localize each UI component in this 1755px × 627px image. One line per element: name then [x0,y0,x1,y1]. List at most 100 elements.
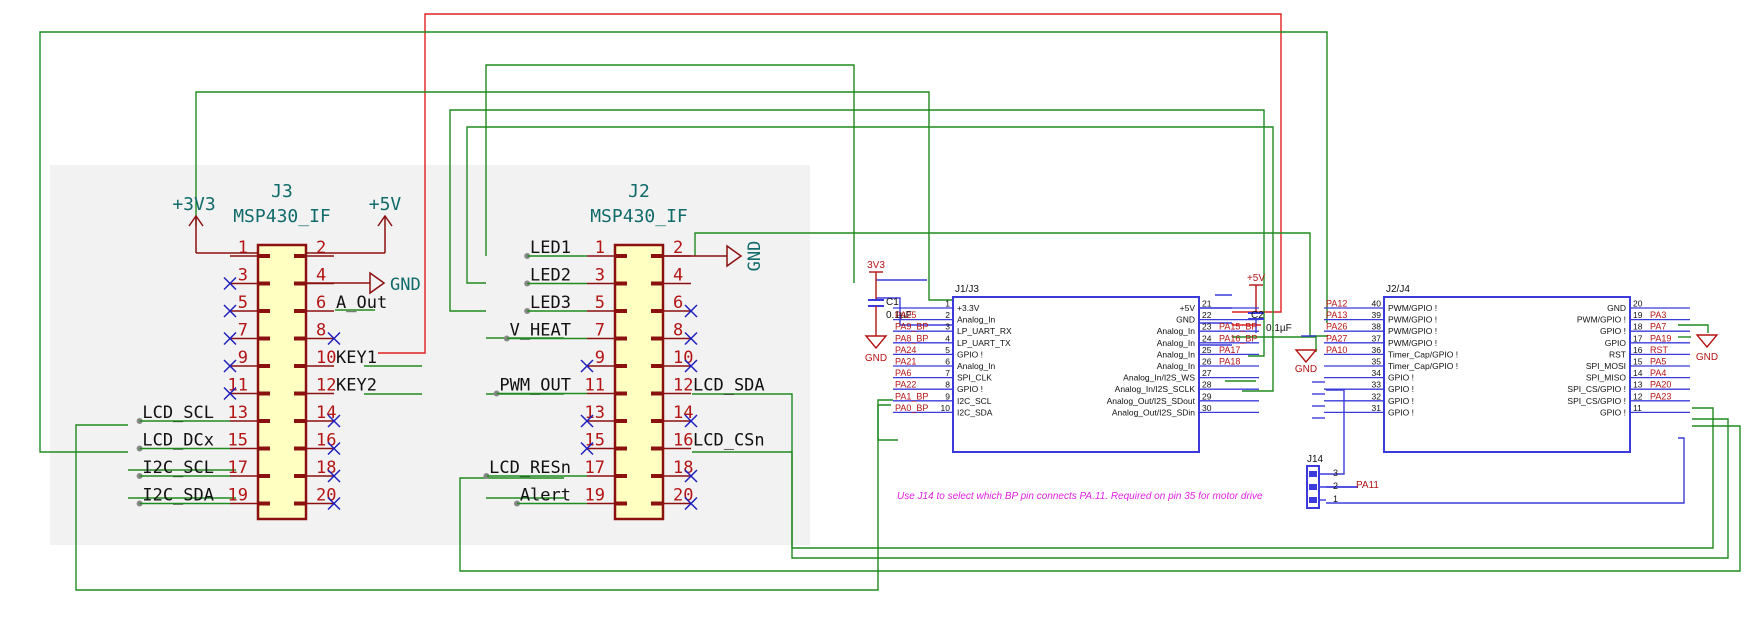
pin-number: 20 [1633,299,1643,309]
net-label: LCD_SCL [142,403,214,423]
net-label: PA22 [895,380,916,390]
pin-stub [294,281,306,286]
net-label: LED2 [530,266,571,286]
pin-stub [651,336,663,341]
j2j4-title: J2/J4 [1386,284,1410,295]
c1-supply: 3V3 [867,260,885,271]
pin-stub [651,419,663,423]
pin-function: LP_UART_TX [957,338,1011,348]
pin-number: 8 [673,321,683,341]
net-label: PA7 [1650,322,1666,332]
pin-stub [258,501,270,506]
pin-number: 29 [1202,391,1212,401]
pin-function: Timer_Cap/GPIO ! [1388,349,1458,359]
net-label: PA12 [1326,299,1347,309]
pin-stub [258,391,270,396]
pin-function: PWM/GPIO ! [1577,315,1626,325]
j2-ref: J2 [628,181,650,202]
pin-number: 15 [1633,357,1643,367]
net-label: PA18 [1219,357,1240,367]
pin-number: 16 [673,431,693,451]
pin-number: 17 [1633,333,1643,343]
pin-number: 2 [316,238,326,258]
pin-number: 31 [1372,403,1382,413]
net-label: LCD_DCx [142,431,214,451]
schematic-canvas: J3 MSP430_IF 135791113LCD_SCL15LCD_DCx17… [0,0,1755,627]
pin-function: RST [1609,349,1626,359]
net-label: PA13 [1326,310,1347,320]
pin-stub [258,446,270,451]
pin-function: Analog_In/I2S_SCLK [1115,384,1196,394]
pin-number: 30 [1202,403,1212,413]
pin-stub [258,419,270,423]
pin-stub [615,474,627,478]
pin-function: GPIO ! [1600,326,1626,336]
pin-function: GPIO [1605,338,1627,348]
net-label: LED3 [530,293,571,313]
pin-stub [294,419,306,423]
net-label: KEY2 [336,376,377,396]
pin-stub [258,254,270,258]
pin-number: 3 [238,266,248,286]
pin-stub [615,281,627,286]
net-label: LCD_CSn [693,431,765,451]
pin-function: Analog_Out/I2S_SDin [1112,407,1195,417]
pin-stub [615,391,627,396]
pin-function: PWM/GPIO ! [1388,326,1437,336]
pin-stub [651,281,663,286]
net-label: PA8_BP [895,333,928,343]
c2-value: 0.1µF [1266,323,1292,334]
pin-number: 18 [1633,322,1643,332]
pin-stub [651,364,663,368]
j14-pin-1: 1 [1333,494,1338,504]
pin-number: 17 [585,458,605,478]
pin-stub [258,364,270,368]
pin-number: 35 [1372,357,1382,367]
pin-function: LP_UART_RX [957,326,1012,336]
j1j3-title: J1/J3 [955,284,979,295]
net-label: PA24 [895,345,916,355]
pin-number: 26 [1202,357,1212,367]
pin-number: 10 [316,348,336,368]
net-label: RST [1650,345,1669,355]
c1-gnd: GND [865,353,887,364]
pin-stub [651,254,663,258]
net-label: PA4 [1650,368,1666,378]
net-label: LED1 [530,238,571,258]
pin-number: 15 [228,431,248,451]
net-label: PA26 [1326,322,1347,332]
pin-number: 22 [1202,310,1212,320]
pin-function: Analog_In [1157,349,1196,359]
pin-stub [651,391,663,396]
pin-stub [294,474,306,478]
pin-number: 6 [945,357,950,367]
pin-stub [615,419,627,423]
pin-number: 5 [238,293,248,313]
pin-stub [258,281,270,286]
pin-number: 6 [673,293,683,313]
pin-stub [651,446,663,451]
net-label: A_Out [336,293,387,313]
j14-ref: J14 [1307,454,1324,465]
pin-stub [258,309,270,313]
pin-number: 6 [316,293,326,313]
net-label: PA16_BP [1219,333,1257,343]
pin-number: 14 [1633,368,1643,378]
net-label: PA21 [895,357,916,367]
pin-function: PWM/GPIO ! [1388,315,1437,325]
pin-stub [294,336,306,341]
pin-function: GPIO ! [1388,384,1414,394]
net-label: PA27 [1326,333,1347,343]
j3-value: MSP430_IF [233,206,331,227]
pin-function: GPIO ! [1388,407,1414,417]
net-label: PA0_BP [895,403,928,413]
net-label: PA1_BP [895,391,928,401]
pin-number: 21 [1202,299,1212,309]
j3-ref: J3 [271,181,293,202]
pin-function: GPIO ! [1388,396,1414,406]
net-label: PA5 [1650,357,1666,367]
pin-stub [615,501,627,506]
pin-number: 9 [945,391,950,401]
pin-stub [294,364,306,368]
pin-number: 4 [673,266,683,286]
